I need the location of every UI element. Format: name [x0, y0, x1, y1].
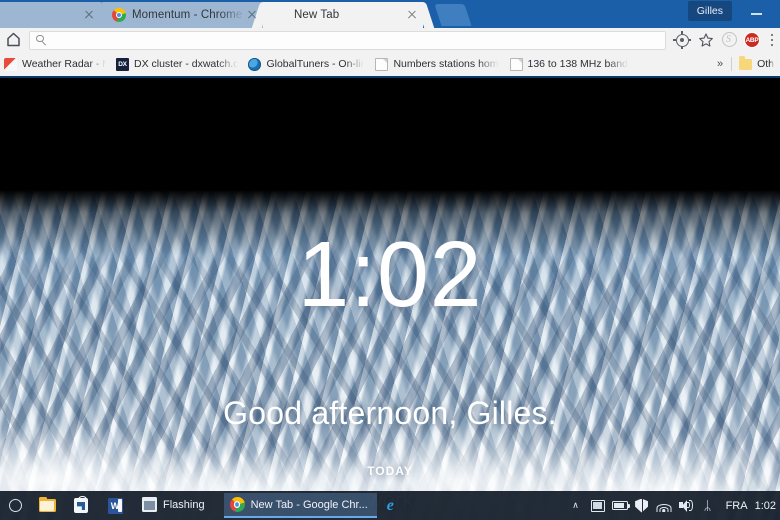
- microsoft-word-icon: W: [107, 497, 123, 514]
- bookmarks-overflow-button[interactable]: »: [712, 58, 728, 70]
- window-icon: [142, 497, 157, 512]
- taskbar-microsoft-word[interactable]: W: [98, 491, 132, 520]
- battery-icon[interactable]: [609, 491, 631, 520]
- chrome-webstore-favicon: [112, 8, 126, 22]
- volume-icon[interactable]: [675, 491, 697, 520]
- bookmark-label: Oth: [757, 58, 774, 70]
- address-bar[interactable]: [29, 30, 666, 50]
- page-target-icon[interactable]: [671, 29, 693, 51]
- tab-title: Momentum - Chrome W: [132, 9, 245, 21]
- microsoft-edge-icon: e: [386, 497, 394, 514]
- clock-display: 1:02: [297, 222, 483, 326]
- browser-window: Momentum - Chrome W New Tab Gilles S ABP…: [0, 0, 780, 520]
- microsoft-store-icon: [74, 495, 88, 513]
- chrome-menu-icon[interactable]: [764, 29, 780, 51]
- tab-partial-left[interactable]: [0, 2, 100, 28]
- bookmarks-bar: Weather Radar - McG DX DX cluster - dxwa…: [0, 52, 780, 78]
- cortana-button[interactable]: [0, 491, 30, 520]
- profile-name: Gilles: [696, 5, 723, 17]
- show-hidden-icons-chevron[interactable]: ∧: [565, 491, 587, 520]
- windows-taskbar: W Flashing New Tab - Google Chr... e ∧ ᛦ…: [0, 491, 780, 520]
- adblock-plus-icon[interactable]: ABP: [741, 29, 763, 51]
- tab-momentum[interactable]: Momentum - Chrome W: [103, 2, 263, 28]
- folder-icon: [739, 56, 753, 70]
- chrome-icon: [229, 497, 245, 512]
- bluetooth-icon[interactable]: ᛦ: [697, 491, 719, 520]
- bookmark-label: GlobalTuners - On-lin: [266, 58, 365, 70]
- tab-close-icon[interactable]: [405, 8, 419, 22]
- weather-radar-favicon: [4, 57, 17, 71]
- bookmark-label: Numbers stations hom: [393, 58, 499, 70]
- taskbar-window-flashing[interactable]: Flashing: [136, 493, 214, 518]
- toolbar-action-icons: S ABP: [670, 29, 780, 51]
- dx-cluster-favicon: DX: [116, 57, 129, 71]
- search-icon: [36, 34, 47, 46]
- today-label: TODAY: [367, 464, 413, 478]
- bookmarks-separator: [731, 57, 733, 71]
- system-tray: ∧ ᛦ FRA 1:02: [565, 491, 780, 520]
- tab-close-icon[interactable]: [82, 8, 96, 22]
- taskbar-window-chrome[interactable]: New Tab - Google Chr...: [223, 493, 377, 518]
- taskbar-file-explorer[interactable]: [30, 491, 64, 520]
- tab-strip: Momentum - Chrome W New Tab Gilles: [0, 0, 780, 28]
- momentum-new-tab-page: 1:02 Good afternoon, Gilles. TODAY work …: [0, 80, 780, 520]
- minimize-button[interactable]: [740, 0, 774, 24]
- bookmark-star-icon[interactable]: [695, 29, 717, 51]
- bookmark-other-folder[interactable]: Oth: [735, 54, 780, 74]
- bookmark-label: Weather Radar - McG: [22, 58, 106, 70]
- taskbar-window-label: New Tab - Google Chr...: [250, 498, 368, 511]
- windows-defender-shield-icon[interactable]: [631, 491, 653, 520]
- bookmark-weather-radar[interactable]: Weather Radar - McG: [0, 54, 112, 74]
- wifi-icon[interactable]: [653, 491, 675, 520]
- tab-new-tab[interactable]: New Tab: [263, 2, 423, 28]
- generic-page-favicon: [375, 57, 389, 71]
- cortana-icon: [8, 499, 22, 512]
- browser-toolbar: S ABP: [0, 28, 780, 52]
- profile-button[interactable]: Gilles: [687, 1, 732, 21]
- language-indicator[interactable]: FRA: [719, 500, 755, 512]
- home-icon[interactable]: [0, 28, 27, 52]
- new-tab-button[interactable]: [434, 4, 472, 26]
- bookmark-label: DX cluster - dxwatch.c: [134, 58, 239, 70]
- bookmark-numbers-stations[interactable]: Numbers stations hom: [370, 54, 504, 74]
- taskbar-clock[interactable]: 1:02: [755, 500, 778, 512]
- generic-page-favicon: [509, 57, 523, 71]
- bookmark-globaltuners[interactable]: GlobalTuners - On-lin: [244, 54, 370, 74]
- extension-gray-icon[interactable]: S: [719, 30, 739, 50]
- adblock-label: ABP: [745, 36, 759, 44]
- tab-title: New Tab: [294, 9, 340, 21]
- globaltuners-favicon: [248, 57, 262, 71]
- window-tray-icon[interactable]: [587, 491, 609, 520]
- taskbar-microsoft-store[interactable]: [64, 491, 98, 520]
- taskbar-window-edge[interactable]: e: [381, 493, 411, 518]
- bookmark-dx-cluster[interactable]: DX DX cluster - dxwatch.c: [112, 54, 244, 74]
- tab-close-icon[interactable]: [245, 8, 259, 22]
- new-tab-favicon: [274, 8, 288, 22]
- taskbar-window-label: Flashing: [163, 498, 205, 511]
- greeting-text: Good afternoon, Gilles.: [223, 395, 557, 431]
- bookmark-label: 136 to 138 MHz band: [527, 58, 628, 70]
- file-explorer-icon: [38, 496, 56, 512]
- bookmark-136-138-mhz[interactable]: 136 to 138 MHz band: [505, 54, 634, 74]
